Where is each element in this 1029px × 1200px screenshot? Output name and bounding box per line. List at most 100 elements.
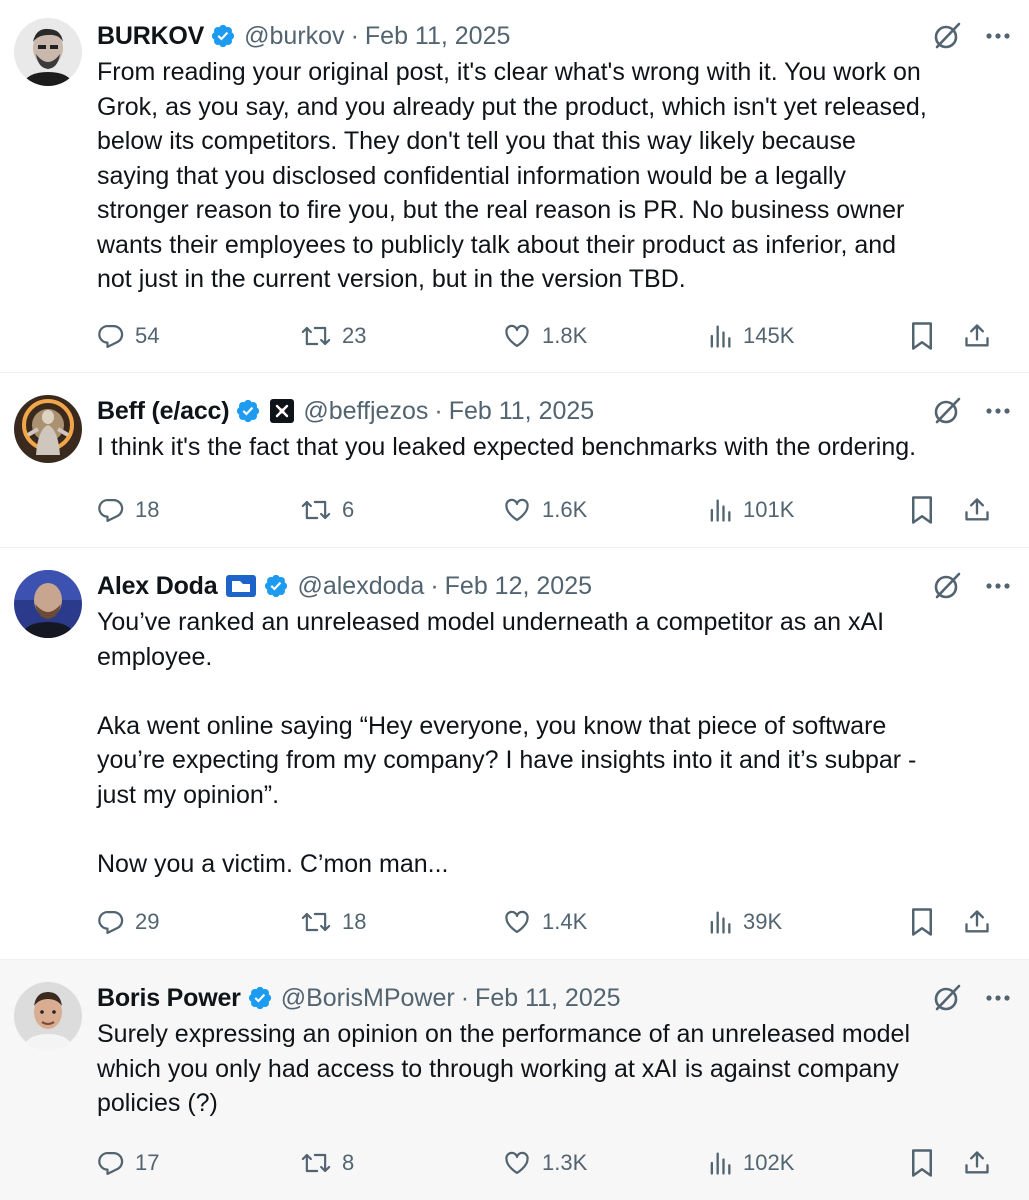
view-count: 101K (743, 497, 795, 522)
reply-button[interactable]: 18 (97, 490, 159, 530)
reply-button[interactable]: 17 (97, 1143, 159, 1183)
avatar[interactable] (14, 982, 82, 1050)
verified-badge-icon[interactable] (235, 398, 261, 424)
views-button[interactable]: 101K (707, 490, 794, 530)
like-count: 1.6K (542, 497, 588, 522)
display-name[interactable]: BURKOV (97, 22, 204, 51)
tweet-text: Surely expressing an opinion on the perf… (97, 1020, 911, 1117)
reply-icon (98, 1151, 124, 1175)
bookmark-icon (912, 908, 932, 936)
retweet-count: 18 (342, 909, 367, 934)
views-icon (710, 499, 731, 522)
view-count: 145K (743, 323, 795, 348)
bookmark-icon (912, 1149, 932, 1177)
affiliation-badge-icon[interactable] (269, 398, 295, 424)
retweet-button[interactable]: 6 (300, 490, 354, 530)
retweet-button[interactable]: 18 (300, 902, 366, 942)
display-name[interactable]: Alex Doda (97, 572, 218, 601)
grok-icon[interactable] (931, 982, 963, 1014)
view-count: 39K (743, 909, 783, 934)
like-count: 1.8K (542, 323, 588, 348)
share-button[interactable] (963, 902, 1001, 942)
like-icon (505, 498, 529, 522)
like-icon (505, 910, 529, 934)
bookmark-button[interactable] (909, 1143, 945, 1183)
like-button[interactable]: 1.4K (502, 902, 587, 942)
avatar[interactable] (14, 395, 82, 463)
user-handle[interactable]: @beffjezos (303, 397, 428, 426)
reply-icon (98, 910, 124, 934)
more-icon[interactable] (985, 582, 1011, 590)
verified-badge-icon[interactable] (210, 23, 236, 49)
more-icon[interactable] (985, 32, 1011, 40)
user-handle[interactable]: @burkov (244, 22, 344, 51)
grok-icon[interactable] (931, 570, 963, 602)
like-icon (505, 1151, 529, 1175)
tweet-burkov[interactable]: BURKOV @burkov · Feb 11, 2025 From readi… (0, 0, 1029, 373)
user-handle[interactable]: @alexdoda (297, 572, 424, 601)
like-count: 1.3K (542, 1150, 588, 1175)
bookmark-button[interactable] (909, 902, 945, 942)
retweet-count: 6 (342, 497, 355, 522)
views-button[interactable]: 39K (707, 902, 782, 942)
retweet-icon (301, 500, 331, 520)
retweet-icon (301, 1153, 331, 1173)
retweet-icon (301, 326, 331, 346)
avatar[interactable] (14, 570, 82, 638)
reply-button[interactable]: 54 (97, 316, 159, 356)
views-button[interactable]: 102K (707, 1143, 794, 1183)
reply-count: 18 (135, 497, 160, 522)
action-bar: 18 6 1.6K 101K (97, 490, 993, 530)
share-button[interactable] (963, 316, 1001, 356)
like-button[interactable]: 1.3K (502, 1143, 587, 1183)
tweet-borismpower[interactable]: Boris Power @BorisMPower · Feb 11, 2025 … (0, 960, 1029, 1200)
flag-icon[interactable] (225, 573, 257, 599)
verified-badge-icon[interactable] (263, 573, 289, 599)
share-button[interactable] (963, 490, 1001, 530)
user-handle[interactable]: @BorisMPower (281, 984, 455, 1013)
more-icon[interactable] (985, 407, 1011, 415)
bookmark-button[interactable] (909, 490, 945, 530)
like-icon (505, 324, 529, 348)
reply-count: 29 (135, 909, 160, 934)
reply-count: 54 (135, 323, 160, 348)
tweet-header: BURKOV @burkov · Feb 11, 2025 (97, 18, 1011, 54)
action-bar: 54 23 1.8K 145K (97, 316, 993, 356)
more-icon[interactable] (985, 994, 1011, 1002)
tweet-beffjezos[interactable]: Beff (e/acc) @beffjezos · Feb 11, 2025 I… (0, 373, 1029, 548)
retweet-count: 8 (342, 1150, 355, 1175)
action-bar: 29 18 1.4K 39K (97, 902, 993, 942)
retweet-button[interactable]: 8 (300, 1143, 354, 1183)
like-button[interactable]: 1.6K (502, 490, 587, 530)
tweet-header: Boris Power @BorisMPower · Feb 11, 2025 (97, 980, 1011, 1016)
tweet-text: From reading your original post, it's cl… (97, 58, 927, 293)
timestamp[interactable]: Feb 12, 2025 (445, 572, 592, 601)
bookmark-button[interactable] (909, 316, 945, 356)
tweet-alexdoda[interactable]: Alex Doda @alexdoda · Feb 12, 2025 You’v… (0, 548, 1029, 960)
separator: · (460, 983, 470, 1012)
avatar[interactable] (14, 18, 82, 86)
grok-icon[interactable] (931, 20, 963, 52)
verified-badge-icon[interactable] (247, 985, 273, 1011)
view-count: 102K (743, 1150, 795, 1175)
share-button[interactable] (963, 1143, 1001, 1183)
views-button[interactable]: 145K (707, 316, 794, 356)
views-icon (710, 911, 731, 934)
timestamp[interactable]: Feb 11, 2025 (365, 22, 510, 51)
timestamp[interactable]: Feb 11, 2025 (475, 984, 620, 1013)
reply-feed: BURKOV @burkov · Feb 11, 2025 From readi… (0, 0, 1029, 1200)
reply-button[interactable]: 29 (97, 902, 159, 942)
display-name[interactable]: Boris Power (97, 984, 241, 1013)
share-icon (965, 910, 989, 933)
reply-icon (98, 498, 124, 522)
retweet-button[interactable]: 23 (300, 316, 366, 356)
tweet-header: Beff (e/acc) @beffjezos · Feb 11, 2025 (97, 393, 1011, 429)
views-icon (710, 1152, 731, 1175)
bookmark-icon (912, 322, 932, 350)
separator: · (350, 21, 359, 50)
grok-icon[interactable] (931, 395, 963, 427)
timestamp[interactable]: Feb 11, 2025 (449, 397, 594, 426)
display-name[interactable]: Beff (e/acc) (97, 397, 230, 426)
like-button[interactable]: 1.8K (502, 316, 587, 356)
retweet-count: 23 (342, 323, 367, 348)
